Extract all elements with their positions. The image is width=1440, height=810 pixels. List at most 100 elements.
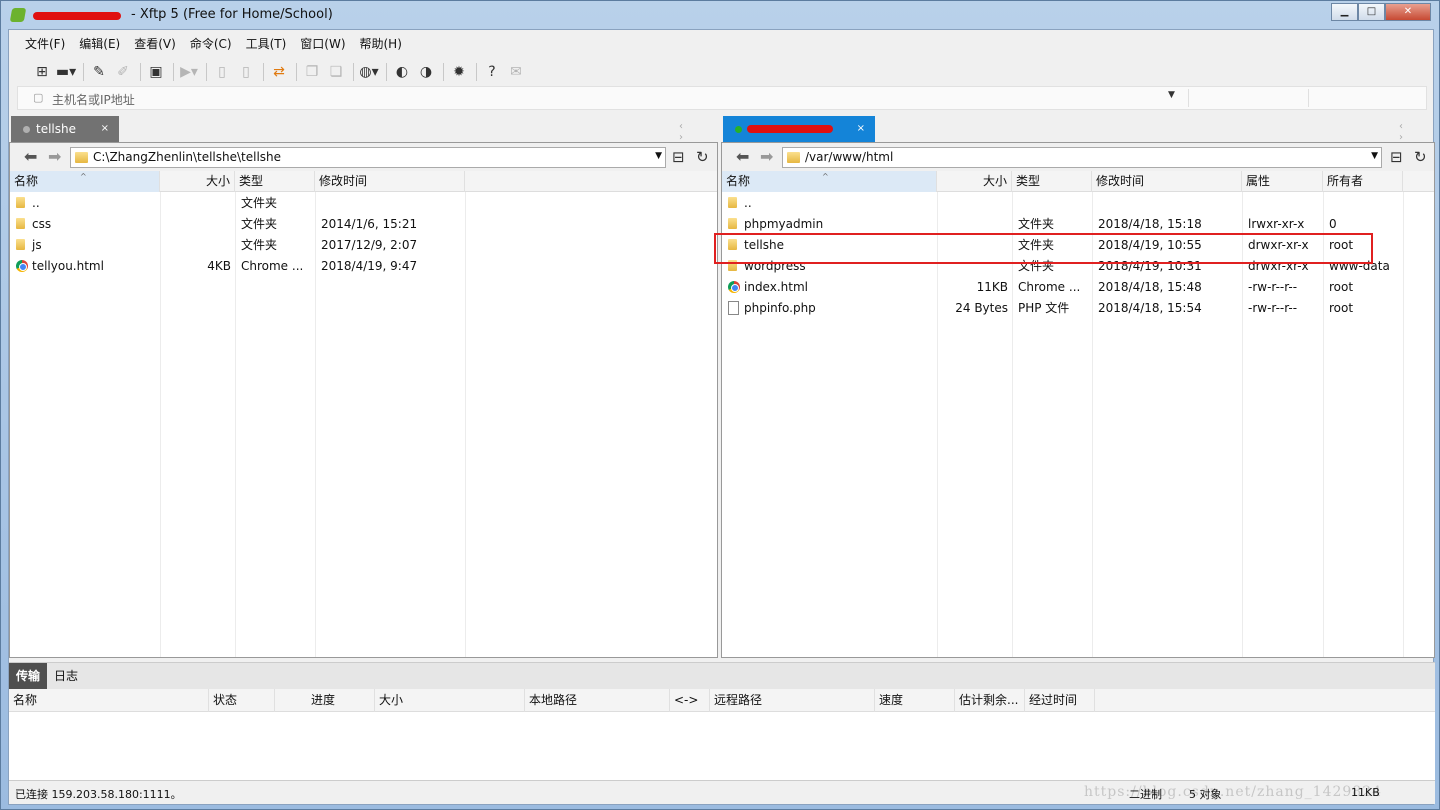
- right-tab-strip: × ‹ ›: [723, 116, 1433, 143]
- address-bar[interactable]: ▢ 主机名或IP地址 ▼: [17, 86, 1427, 110]
- file-type: [1014, 193, 1092, 214]
- file-attr: [1244, 193, 1323, 214]
- folder-icon: [728, 218, 737, 229]
- col-name[interactable]: 名称 ^: [10, 171, 160, 192]
- disconnect-icon[interactable]: ✐: [112, 61, 134, 83]
- play-icon[interactable]: ▶▾: [178, 61, 200, 83]
- forward-arrow-icon[interactable]: ➡: [760, 147, 773, 166]
- file-modified: 2018/4/18, 15:54: [1098, 301, 1202, 315]
- col-size[interactable]: 大小: [160, 171, 235, 192]
- tab-remote-session[interactable]: ×: [723, 116, 875, 142]
- path-dropdown-icon[interactable]: ▼: [655, 151, 662, 161]
- address-input[interactable]: 主机名或IP地址: [52, 91, 135, 108]
- help-icon[interactable]: ?: [481, 61, 503, 83]
- address-dropdown-icon[interactable]: ▼: [1168, 90, 1175, 100]
- new-file-icon[interactable]: ▯: [211, 61, 233, 83]
- col-type[interactable]: 类型: [235, 171, 315, 192]
- toolbar: ⊞ ▬▾ ✎ ✐ ▣ ▶▾ ▯ ▯ ⇄ ❐ ❏ ◍▾ ◐ ◑ ✹ ? ✉: [9, 58, 1433, 86]
- close-button[interactable]: ✕: [1385, 3, 1431, 21]
- minimize-button[interactable]: ▁: [1331, 3, 1358, 21]
- settings-icon[interactable]: ✹: [448, 61, 470, 83]
- menu-file[interactable]: 文件(F): [19, 35, 71, 52]
- local-path-input[interactable]: C:\ZhangZhenlin\tellshe\tellshe ▼: [70, 147, 666, 168]
- menu-tools[interactable]: 工具(T): [240, 35, 293, 52]
- file-row[interactable]: js 文件夹 2017/12/9, 2:07: [10, 235, 717, 256]
- menu-edit[interactable]: 编辑(E): [73, 35, 126, 52]
- chat-icon[interactable]: ✉: [505, 61, 527, 83]
- menu-command[interactable]: 命令(C): [184, 35, 238, 52]
- refresh-icon[interactable]: ↻: [696, 148, 709, 166]
- xshell-icon[interactable]: ◐: [391, 61, 413, 83]
- sort-caret-icon: ^: [822, 172, 829, 181]
- file-row[interactable]: ..: [722, 193, 1434, 214]
- menu-window[interactable]: 窗口(W): [294, 35, 351, 52]
- file-name: tellyou.html: [32, 259, 104, 273]
- file-row[interactable]: tellyou.html 4KB Chrome ... 2018/4/19, 9:47: [10, 256, 717, 277]
- file-type: Chrome ...: [241, 259, 304, 273]
- col-name[interactable]: 名称 ^: [722, 171, 937, 192]
- remote-file-pane: ⬅ ➡ /var/www/html ▼ ⊟ ↻ 名称 ^ 大小 类型 修改时间 属…: [714, 142, 1435, 658]
- local-path-text: C:\ZhangZhenlin\tellshe\tellshe: [93, 150, 282, 164]
- status-bar: 已连接 159.203.58.180:1111。 https://blog.cs…: [9, 780, 1435, 804]
- file-row[interactable]: phpmyadmin 文件夹 2018/4/18, 15:18 lrwxr-xr-x 0: [722, 214, 1434, 235]
- col-speed[interactable]: 速度: [875, 689, 955, 712]
- path-dropdown-icon[interactable]: ▼: [1371, 151, 1378, 161]
- col-transfer-name[interactable]: 名称: [9, 689, 209, 712]
- col-eta[interactable]: 估计剩余...: [955, 689, 1025, 712]
- globe-icon[interactable]: ◍▾: [358, 61, 380, 83]
- maximize-button[interactable]: □: [1358, 3, 1385, 21]
- transfer-icon[interactable]: ⇄: [268, 61, 290, 83]
- open-folder-icon[interactable]: ▬▾: [55, 61, 77, 83]
- col-modified[interactable]: 修改时间: [1092, 171, 1242, 192]
- col-transfer-size[interactable]: 大小: [375, 689, 525, 712]
- file-row[interactable]: css 文件夹 2014/1/6, 15:21: [10, 214, 717, 235]
- tab-scroll-icon[interactable]: ‹ ›: [1399, 121, 1433, 143]
- file-size: 4KB: [207, 259, 231, 273]
- new-folder-icon[interactable]: ⊟: [1390, 148, 1403, 166]
- session-properties-icon[interactable]: ▣: [145, 61, 167, 83]
- col-transfer-progress[interactable]: 进度: [275, 689, 375, 712]
- col-local-path[interactable]: 本地路径: [525, 689, 670, 712]
- col-owner[interactable]: 所有者: [1323, 171, 1403, 192]
- local-file-pane: ⬅ ➡ C:\ZhangZhenlin\tellshe\tellshe ▼ ⊟ …: [9, 142, 718, 658]
- file-row[interactable]: phpinfo.php 24 Bytes PHP 文件 2018/4/18, 15:5…: [722, 298, 1434, 319]
- file-row[interactable]: index.html 11KB Chrome ... 2018/4/18, 15:48…: [722, 277, 1434, 298]
- back-arrow-icon[interactable]: ⬅: [736, 147, 749, 166]
- col-elapsed[interactable]: 经过时间: [1025, 689, 1095, 712]
- tab-close-icon[interactable]: ×: [857, 116, 865, 142]
- copy-icon[interactable]: ❐: [301, 61, 323, 83]
- forward-arrow-icon[interactable]: ➡: [48, 147, 61, 166]
- file-row[interactable]: .. 文件夹: [10, 193, 717, 214]
- tab-status-dot: [23, 126, 30, 133]
- xftp-icon[interactable]: ◑: [415, 61, 437, 83]
- new-session-icon[interactable]: ⊞: [31, 61, 53, 83]
- paste-icon[interactable]: ❏: [325, 61, 347, 83]
- tab-scroll-icon[interactable]: ‹ ›: [679, 121, 717, 143]
- file-modified: [1094, 193, 1242, 214]
- transfer-column-header: 名称 状态 进度 大小 本地路径 <-> 远程路径 速度 估计剩余... 经过时…: [9, 689, 1435, 712]
- col-type[interactable]: 类型: [1012, 171, 1092, 192]
- tab-transfer[interactable]: 传输: [9, 663, 48, 689]
- tab-log[interactable]: 日志: [47, 663, 85, 689]
- tab-close-icon[interactable]: ×: [101, 116, 109, 142]
- new-folder-icon[interactable]: ⊟: [672, 148, 685, 166]
- col-direction[interactable]: <->: [670, 689, 710, 712]
- menu-help[interactable]: 帮助(H): [354, 35, 408, 52]
- col-attributes[interactable]: 属性: [1242, 171, 1323, 192]
- col-modified[interactable]: 修改时间: [315, 171, 465, 192]
- col-transfer-status[interactable]: 状态: [209, 689, 275, 712]
- file-type: 文件夹: [241, 238, 278, 252]
- tab-local-tellshe[interactable]: tellshe ×: [11, 116, 119, 142]
- folder-icon: [787, 152, 800, 163]
- file-size: [937, 214, 1012, 235]
- back-arrow-icon[interactable]: ⬅: [24, 147, 37, 166]
- new-file-2-icon[interactable]: ▯: [235, 61, 257, 83]
- local-path-bar: ⬅ ➡ C:\ZhangZhenlin\tellshe\tellshe ▼ ⊟ …: [10, 143, 717, 171]
- col-size[interactable]: 大小: [937, 171, 1012, 192]
- toolbar-separator: [443, 63, 444, 81]
- remote-path-input[interactable]: /var/www/html ▼: [782, 147, 1382, 168]
- menu-view[interactable]: 查看(V): [128, 35, 182, 52]
- connect-icon[interactable]: ✎: [88, 61, 110, 83]
- col-remote-path[interactable]: 远程路径: [710, 689, 875, 712]
- refresh-icon[interactable]: ↻: [1414, 148, 1427, 166]
